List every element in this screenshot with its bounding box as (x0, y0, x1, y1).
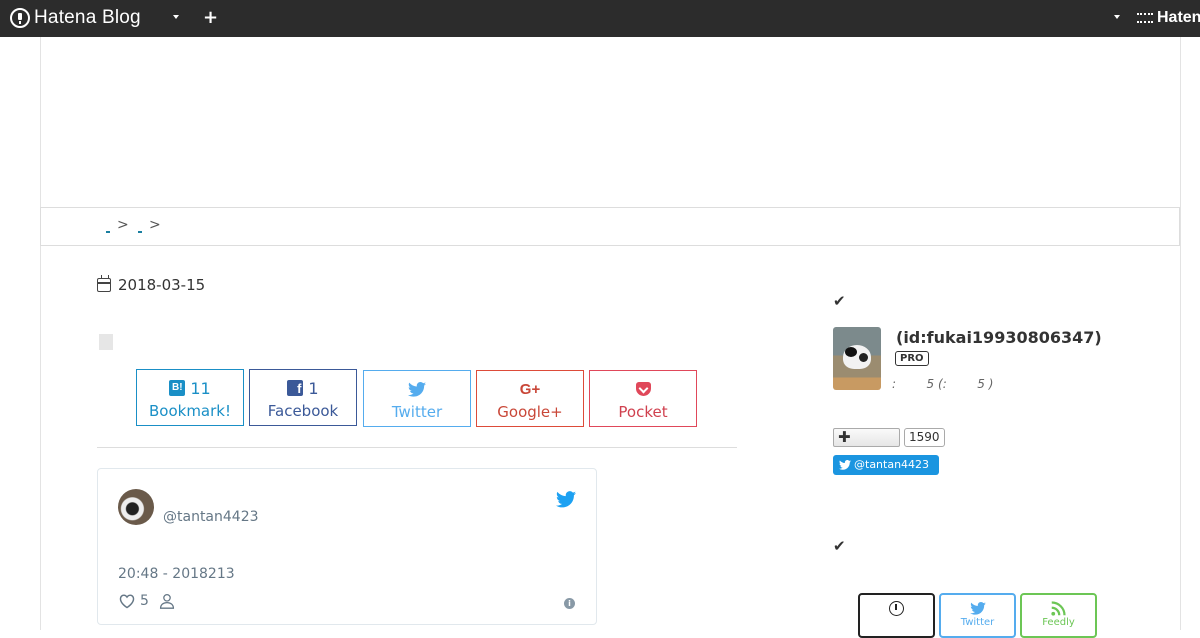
checkmark-icon: ✔ (833, 537, 846, 555)
tweet-handle[interactable]: @tantan4423 (163, 509, 259, 525)
facebook-label: Facebook (267, 402, 339, 420)
subscribe-feedly-button[interactable]: Feedly (1020, 593, 1097, 638)
cat-photo (843, 345, 871, 369)
hatena-mini-icon (1137, 13, 1153, 23)
calendar-icon (97, 275, 111, 292)
bookmark-count: 11 (190, 378, 211, 398)
twitter-icon (969, 601, 986, 615)
profile-id[interactable]: (id:fukai19930806347) (896, 328, 1102, 347)
follow-button[interactable]: ✚ (833, 428, 900, 447)
pocket-label: Pocket (618, 403, 668, 421)
follower-count: 1590 (904, 428, 945, 447)
tweet-likes[interactable]: 5 (118, 593, 175, 609)
twitter-logo-icon[interactable] (556, 491, 576, 512)
plus-icon: ✚ (838, 428, 851, 446)
twitter-share-button[interactable]: Twitter (363, 370, 471, 427)
tweet-timestamp[interactable]: 20:48 - 2018213 (118, 566, 235, 582)
google-plus-share-button[interactable]: G+ Google+ (476, 370, 584, 427)
google-plus-icon: G+ (519, 380, 541, 398)
breadcrumb-separator: > (117, 217, 129, 233)
tweet-avatar[interactable] (118, 489, 154, 525)
breadcrumb: > > (40, 207, 1180, 246)
hatena-icon (889, 600, 904, 616)
profile-avatar[interactable] (833, 327, 881, 390)
checkmark-icon: ✔ (833, 292, 846, 310)
twitter-follow-label: @tantan4423 (854, 458, 930, 471)
hatena-brand-text: Haten (1157, 9, 1200, 26)
pocket-icon (635, 382, 651, 396)
twitter-icon (408, 381, 426, 397)
broken-image-placeholder (99, 334, 113, 350)
breadcrumb-link[interactable] (138, 231, 142, 233)
hatena-logo-icon (10, 8, 30, 28)
subscribe-hatena-button[interactable] (858, 593, 935, 638)
subscribe-twitter-label: Twitter (960, 617, 995, 628)
divider (97, 447, 737, 448)
hatena-bookmark-icon: B! (169, 380, 186, 396)
like-count: 5 (140, 593, 149, 609)
twitter-label: Twitter (391, 403, 443, 421)
facebook-icon: f (287, 380, 304, 396)
heart-icon[interactable] (118, 593, 136, 609)
rss-icon (1051, 600, 1066, 616)
date-text[interactable]: 2018-03-15 (118, 276, 205, 294)
facebook-count: 1 (308, 378, 319, 398)
breadcrumb-separator: > (149, 217, 161, 233)
bookmark-label: Bookmark! (148, 402, 231, 420)
profile-meta: : 5 (: 5 ) (892, 377, 994, 391)
breadcrumb-link[interactable] (106, 231, 110, 233)
chevron-down-icon[interactable] (173, 15, 179, 19)
chevron-down-icon[interactable] (1114, 15, 1120, 19)
pocket-share-button[interactable]: Pocket (589, 370, 697, 427)
twitter-follow-button[interactable]: @tantan4423 (833, 455, 939, 475)
info-icon[interactable]: i (564, 598, 575, 609)
embedded-tweet[interactable]: @tantan4423 20:48 - 2018213 5 i (97, 468, 597, 625)
google-plus-label: Google+ (497, 403, 563, 421)
hatena-logo-right[interactable]: Haten (1137, 9, 1200, 27)
twitter-bird-icon (839, 460, 851, 470)
facebook-share-button[interactable]: f 1 Facebook (249, 369, 357, 426)
global-header: Hatena Blog + Haten (0, 0, 1200, 37)
subscribe-feedly-label: Feedly (1042, 617, 1075, 628)
brand-name: Hatena Blog (34, 7, 141, 28)
entry-date: 2018-03-15 (97, 275, 205, 294)
subscribe-twitter-button[interactable]: Twitter (939, 593, 1016, 638)
hatena-blog-logo[interactable]: Hatena Blog (10, 7, 141, 29)
add-icon[interactable]: + (203, 7, 218, 28)
hatena-bookmark-button[interactable]: B! 11 Bookmark! (136, 369, 244, 426)
pro-badge: PRO (895, 351, 929, 366)
person-icon[interactable] (159, 593, 175, 609)
